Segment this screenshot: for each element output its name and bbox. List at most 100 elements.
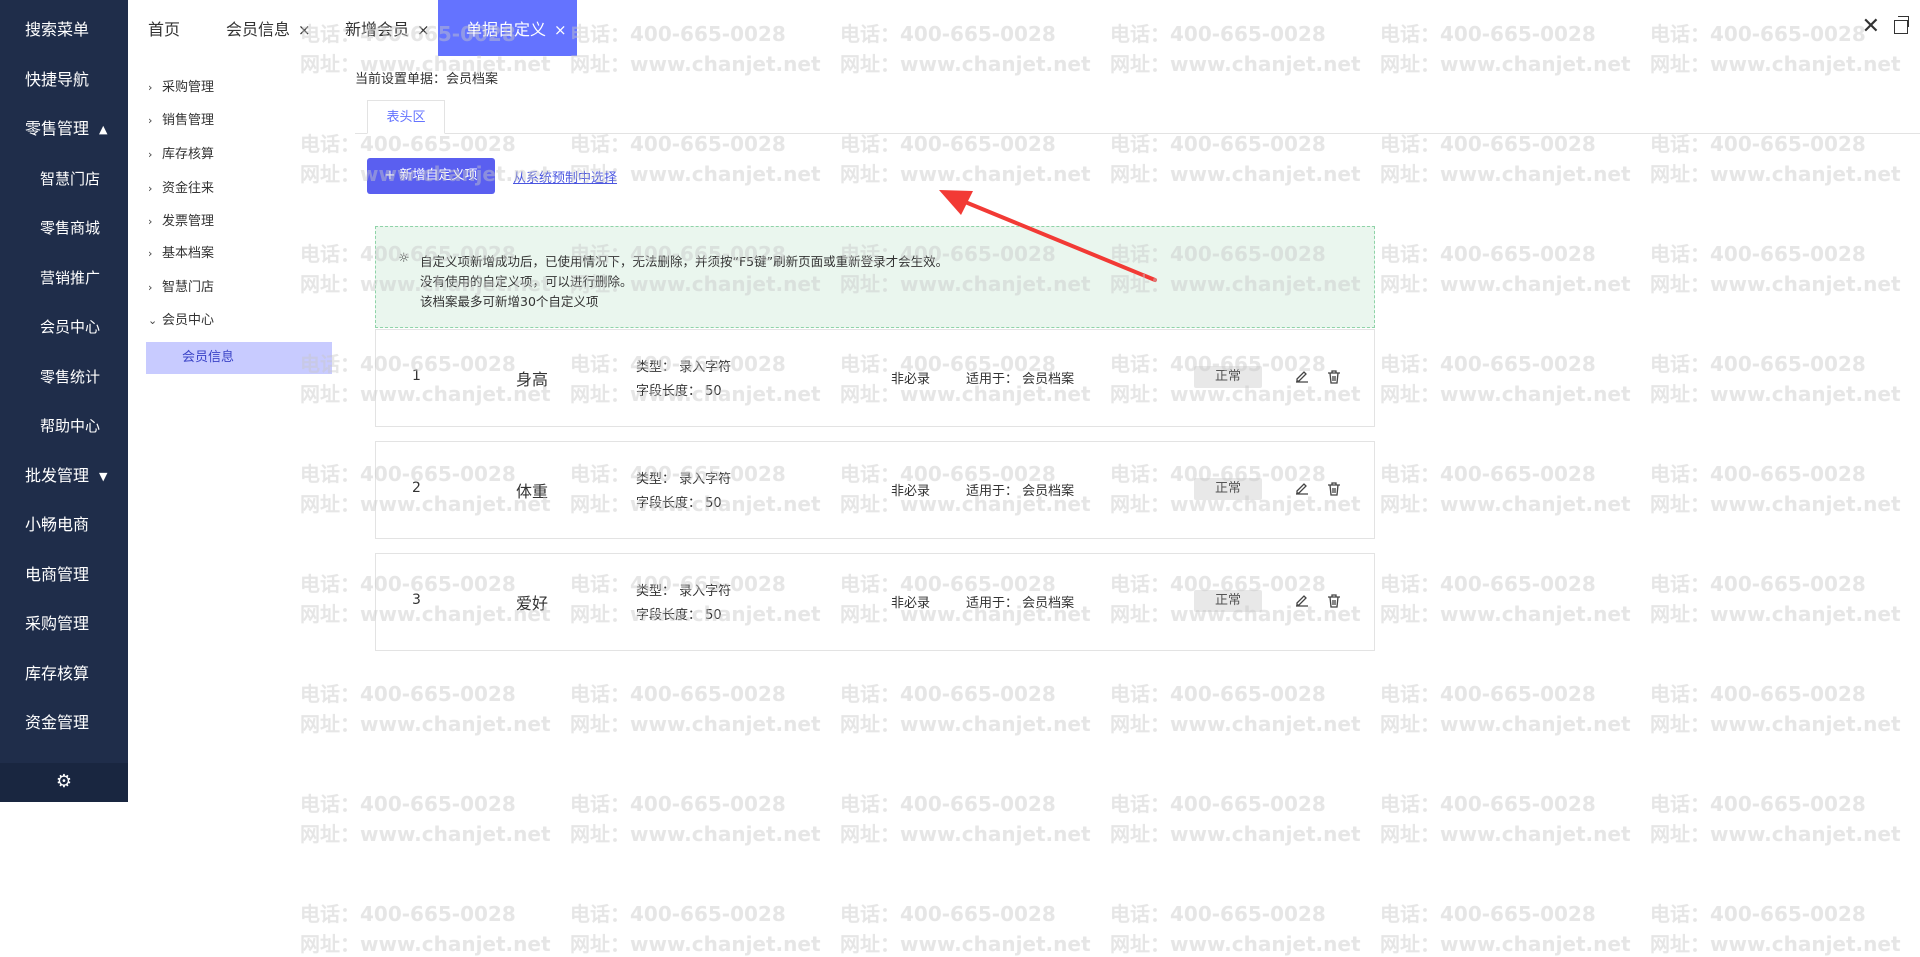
watermark-phone: 电话：400-665-0028 [1380,462,1596,486]
tree-node-label: 基本档案 [162,246,215,261]
watermark-phone: 电话：400-665-0028 [840,902,1056,926]
trash-icon[interactable] [1326,369,1342,385]
sidebar-item-help-center[interactable]: 帮助中心 [0,406,128,446]
chevron-right-icon: › [148,247,153,260]
sidebar-item-label: 库存核算 [25,664,90,683]
sidebar-item-search-menu[interactable]: 搜索菜单 [0,10,128,50]
select-from-preset-link[interactable]: 从系统预制中选择 [513,167,617,186]
watermark-phone: 电话：400-665-0028 [1380,682,1596,706]
edit-icon[interactable] [1294,369,1310,385]
sidebar-item-label: 资金管理 [25,713,90,732]
watermark-site: 网址：www.chanjet.net [1110,712,1361,736]
sidebar-item-smart-store[interactable]: 智慧门店 [0,159,128,199]
row-number: 3 [412,592,421,608]
item-required: 非必录 [891,484,931,499]
trash-icon[interactable] [1326,593,1342,609]
watermark-phone: 电话：400-665-0028 [840,682,1056,706]
tree-node-invoice[interactable]: › 发票管理 [148,212,214,232]
tabbar-divider [355,133,1920,134]
tab-add-member[interactable]: 新增会员 × [345,0,430,56]
custom-item-row: 1 身高 类型： 录入字符 字段长度： 50 非必录 适用于： 会员档案 正常 [375,329,1375,427]
watermark-phone: 电话：400-665-0028 [1650,462,1866,486]
sidebar-item-retail-stats[interactable]: 零售统计 [0,357,128,397]
watermark-phone: 电话：400-665-0028 [1650,682,1866,706]
close-icon[interactable]: × [417,21,430,39]
sidebar-item-xiaochang-ecom[interactable]: 小畅电商 [0,505,128,545]
watermark-site: 网址：www.chanjet.net [1650,932,1901,956]
item-length: 字段长度： 50 [636,496,722,511]
tree-node-label: 会员中心 [162,313,215,328]
tab-label: 新增会员 [345,20,410,39]
tree-node-member-center[interactable]: ⌄ 会员中心 [148,311,214,331]
sidebar-item-quick-nav[interactable]: 快捷导航 [0,60,128,100]
edit-icon[interactable] [1294,481,1310,497]
sidebar-item-member-center[interactable]: 会员中心 [0,307,128,347]
tree-node-purchase[interactable]: › 采购管理 [148,78,214,98]
tree-node-sales[interactable]: › 销售管理 [148,111,214,131]
item-apply-to: 适用于： 会员档案 [966,372,1075,387]
watermark-site: 网址：www.chanjet.net [1380,492,1631,516]
chevron-down-icon: ⌄ [148,314,158,327]
tree-node-label: 库存核算 [162,147,215,162]
caret-up-icon: ▲ [99,122,108,136]
tree-node-smart-store[interactable]: › 智慧门店 [148,278,214,298]
item-name: 爱好 [516,594,549,613]
sidebar-item-marketing[interactable]: 营销推广 [0,258,128,298]
watermark-site: 网址：www.chanjet.net [1650,602,1901,626]
sidebar-item-label: 零售商城 [40,219,101,237]
main-sidebar: 搜索菜单 快捷导航 零售管理 ▲ 智慧门店 零售商城 营销推广 会员中心 零售统计… [0,0,128,802]
tree-node-basic-files[interactable]: › 基本档案 [148,244,214,264]
tab-label: 会员信息 [226,20,291,39]
sidebar-item-inventory[interactable]: 库存核算 [0,654,128,694]
tree-node-funds[interactable]: › 资金往来 [148,179,214,199]
notice-line: 自定义项新增成功后，已使用情况下，无法删除，并须按“F5键”刷新页面或重新登录才… [420,254,949,269]
watermark-phone: 电话：400-665-0028 [570,902,786,926]
watermark-site: 网址：www.chanjet.net [1380,712,1631,736]
sidebar-item-funds[interactable]: 资金管理 [0,703,128,743]
watermark-site: 网址：www.chanjet.net [1650,382,1901,406]
watermark-site: 网址：www.chanjet.net [570,932,821,956]
watermark-site: 网址：www.chanjet.net [570,712,821,736]
custom-item-row: 3 爱好 类型： 录入字符 字段长度： 50 非必录 适用于： 会员档案 正常 [375,553,1375,651]
tab-doc-custom[interactable]: 单据自定义 × [438,0,577,56]
watermark-phone: 电话：400-665-0028 [300,682,516,706]
chevron-right-icon: › [148,81,153,94]
sidebar-item-ecom-mgmt[interactable]: 电商管理 [0,555,128,595]
item-required: 非必录 [891,372,931,387]
sidebar-item-label: 电商管理 [25,565,90,584]
watermark-site: 网址：www.chanjet.net [1650,162,1901,186]
watermark-phone: 电话：400-665-0028 [300,792,516,816]
watermark-phone: 电话：400-665-0028 [570,682,786,706]
item-length: 字段长度： 50 [636,608,722,623]
watermark-phone: 电话：400-665-0028 [1650,902,1866,926]
watermark-site: 网址：www.chanjet.net [1380,822,1631,846]
tab-member-info[interactable]: 会员信息 × [226,0,311,56]
notice-panel: ☼ 自定义项新增成功后，已使用情况下，无法删除，并须按“F5键”刷新页面或重新登… [375,226,1375,328]
edit-icon[interactable] [1294,593,1310,609]
add-custom-item-button[interactable]: + 新增自定义项 [367,158,495,194]
tree-leaf-member-info[interactable]: 会员信息 [146,342,332,374]
window-close-icon[interactable]: ✕ [1862,14,1880,39]
close-icon[interactable]: × [298,21,311,39]
watermark-site: 网址：www.chanjet.net [840,932,1091,956]
tree-node-label: 智慧门店 [162,280,215,295]
tab-header-area[interactable]: 表头区 [367,100,445,134]
sidebar-item-retail-mall[interactable]: 零售商城 [0,208,128,248]
watermark-phone: 电话：400-665-0028 [1650,792,1866,816]
sidebar-item-wholesale[interactable]: 批发管理 ▼ [0,456,128,496]
item-length: 字段长度： 50 [636,384,722,399]
gear-icon[interactable]: ⚙ [55,773,73,791]
trash-icon[interactable] [1326,481,1342,497]
watermark-site: 网址：www.chanjet.net [1110,932,1361,956]
close-icon[interactable]: × [554,21,567,39]
watermark-phone: 电话：400-665-0028 [1380,792,1596,816]
tree-node-label: 发票管理 [162,214,215,229]
watermark-site: 网址：www.chanjet.net [1380,272,1631,296]
watermark-site: 网址：www.chanjet.net [1650,492,1901,516]
watermark-site: 网址：www.chanjet.net [1650,712,1901,736]
window-restore-icon[interactable] [1894,16,1909,34]
sidebar-item-retail[interactable]: 零售管理 ▲ [0,109,128,149]
sidebar-item-purchase[interactable]: 采购管理 [0,604,128,644]
tab-home[interactable]: 首页 [148,0,180,56]
tree-node-inventory[interactable]: › 库存核算 [148,145,214,165]
